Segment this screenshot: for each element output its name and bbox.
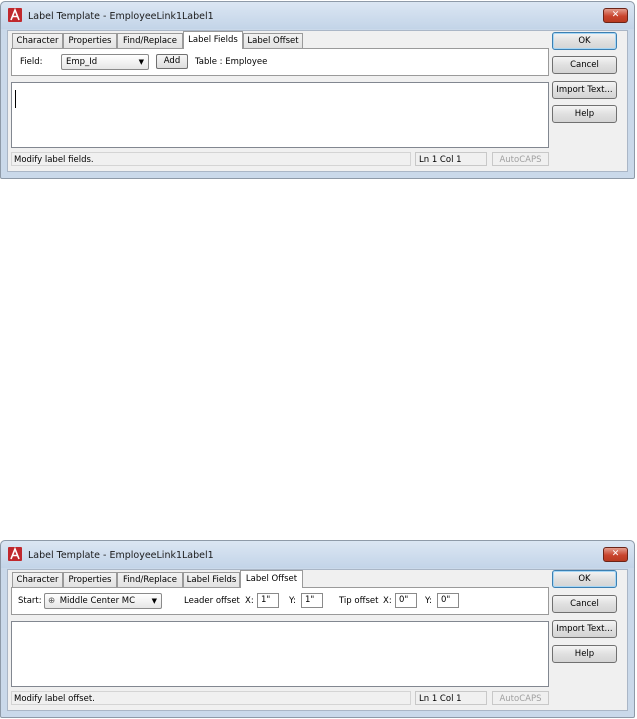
window-title: Label Template - EmployeeLink1Label1	[28, 550, 214, 561]
close-icon: ✕	[611, 549, 620, 559]
tip-offset-label: Tip offset	[339, 596, 379, 606]
status-message: Modify label offset.	[11, 691, 411, 705]
tab-find-replace[interactable]: Find/Replace	[117, 33, 183, 48]
autocaps-indicator[interactable]: AutoCAPS	[492, 152, 549, 166]
close-icon: ✕	[611, 10, 620, 20]
dropdown-arrow-icon: ▼	[151, 597, 157, 605]
title-bar[interactable]: Label Template - EmployeeLink1Label1 ✕	[1, 2, 634, 29]
status-bar: Modify label fields. Ln 1 Col 1 AutoCAPS	[11, 152, 549, 166]
tip-y-input[interactable]: 0"	[437, 593, 459, 608]
tab-properties[interactable]: Properties	[63, 572, 117, 587]
status-message: Modify label fields.	[11, 152, 411, 166]
start-justification-dropdown[interactable]: ⊕ Middle Center MC ▼	[44, 593, 162, 609]
close-button[interactable]: ✕	[603, 547, 628, 562]
tab-label-offset[interactable]: Label Offset	[243, 33, 303, 48]
cursor-position: Ln 1 Col 1	[415, 152, 487, 166]
tip-x-input[interactable]: 0"	[395, 593, 417, 608]
label-text-editor[interactable]	[11, 621, 549, 687]
tab-label-fields[interactable]: Label Fields	[183, 572, 240, 587]
field-label: Field:	[20, 57, 43, 67]
cancel-button[interactable]: Cancel	[552, 595, 617, 613]
ok-button[interactable]: OK	[552, 570, 617, 588]
leader-x-label: X:	[245, 596, 254, 606]
leader-offset-label: Leader offset	[184, 596, 240, 606]
label-fields-panel: Field: Emp_Id ▼ Add Table : Employee	[11, 48, 549, 76]
dialog-body: Character Properties Find/Replace Label …	[7, 569, 628, 711]
start-label: Start:	[18, 596, 42, 606]
cursor-position: Ln 1 Col 1	[415, 691, 487, 705]
add-field-button[interactable]: Add	[156, 54, 188, 69]
leader-x-input[interactable]: 1"	[257, 593, 279, 608]
field-dropdown[interactable]: Emp_Id ▼	[61, 54, 149, 70]
window-title: Label Template - EmployeeLink1Label1	[28, 11, 214, 22]
field-dropdown-value: Emp_Id	[66, 57, 98, 67]
help-button[interactable]: Help	[552, 645, 617, 663]
autocaps-indicator[interactable]: AutoCAPS	[492, 691, 549, 705]
import-text-button[interactable]: Import Text...	[552, 81, 617, 99]
autocad-app-icon	[8, 547, 22, 561]
tip-y-label: Y:	[425, 596, 432, 606]
label-text-editor[interactable]	[11, 82, 549, 148]
cancel-button[interactable]: Cancel	[552, 56, 617, 74]
leader-y-label: Y:	[289, 596, 296, 606]
label-template-dialog-offset: Label Template - EmployeeLink1Label1 ✕ C…	[0, 540, 635, 718]
tab-label-offset[interactable]: Label Offset	[240, 570, 303, 588]
close-button[interactable]: ✕	[603, 8, 628, 23]
start-dropdown-value: Middle Center MC	[59, 596, 136, 606]
autocad-app-icon	[8, 8, 22, 22]
dropdown-arrow-icon: ▼	[138, 58, 144, 66]
import-text-button[interactable]: Import Text...	[552, 620, 617, 638]
tip-x-label: X:	[383, 596, 392, 606]
tab-properties[interactable]: Properties	[63, 33, 117, 48]
ok-button[interactable]: OK	[552, 32, 617, 50]
label-offset-panel: Start: ⊕ Middle Center MC ▼ Leader offse…	[11, 587, 549, 615]
text-caret	[15, 90, 16, 108]
tab-label-fields[interactable]: Label Fields	[183, 31, 243, 49]
title-bar[interactable]: Label Template - EmployeeLink1Label1 ✕	[1, 541, 634, 568]
table-name-text: Table : Employee	[195, 57, 268, 67]
label-template-dialog-fields: Label Template - EmployeeLink1Label1 ✕ C…	[0, 1, 635, 179]
tab-character[interactable]: Character	[12, 572, 63, 587]
help-button[interactable]: Help	[552, 105, 617, 123]
tab-character[interactable]: Character	[12, 33, 63, 48]
dialog-body: Character Properties Find/Replace Label …	[7, 30, 628, 172]
tab-find-replace[interactable]: Find/Replace	[117, 572, 183, 587]
leader-y-input[interactable]: 1"	[301, 593, 323, 608]
justify-mc-icon: ⊕	[48, 596, 56, 606]
status-bar: Modify label offset. Ln 1 Col 1 AutoCAPS	[11, 691, 549, 705]
